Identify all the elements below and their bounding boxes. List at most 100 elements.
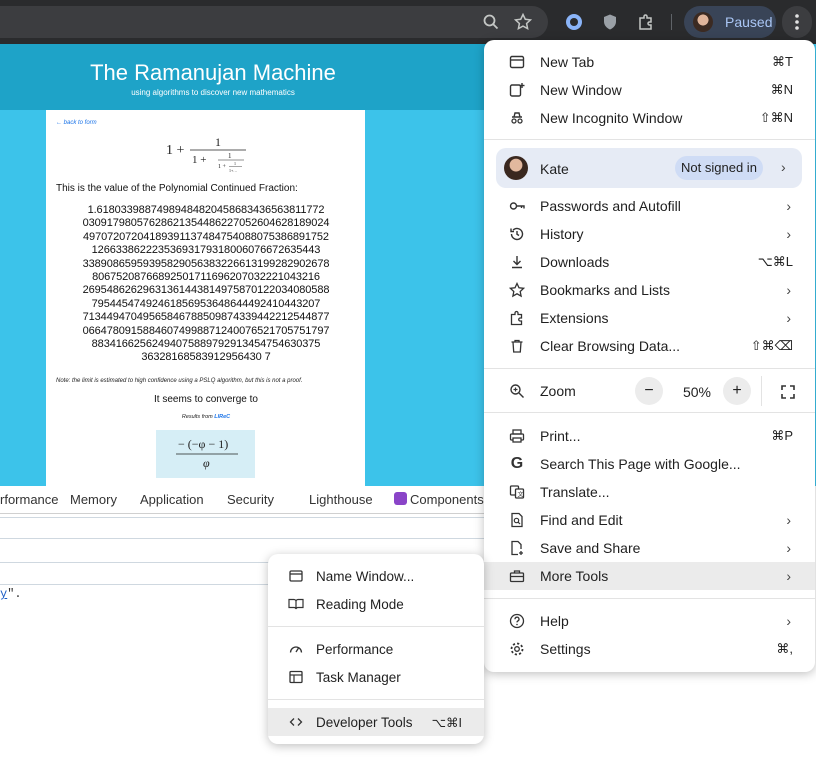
download-icon bbox=[508, 253, 526, 271]
tab-performance[interactable]: rformance bbox=[0, 492, 59, 507]
profile-avatar bbox=[504, 156, 528, 180]
address-bar[interactable] bbox=[0, 6, 548, 38]
menu-label: Find and Edit bbox=[540, 512, 623, 528]
menu-item-more-tools[interactable]: More Tools › bbox=[484, 562, 815, 590]
menu-divider bbox=[484, 412, 815, 413]
back-to-form-link[interactable]: ← back to form bbox=[56, 120, 97, 126]
menu-label: Print... bbox=[540, 428, 581, 444]
menu-item-search-with-google[interactable]: G Search This Page with Google... bbox=[484, 450, 815, 478]
window-icon bbox=[288, 568, 304, 584]
task-manager-icon bbox=[288, 669, 304, 685]
chevron-right-icon: › bbox=[781, 159, 786, 175]
menu-item-print[interactable]: Print... ⌘P bbox=[484, 422, 815, 450]
bookmark-star-icon[interactable] bbox=[513, 12, 533, 32]
submenu-label: Name Window... bbox=[316, 568, 415, 584]
menu-item-downloads[interactable]: Downloads ⌥⌘L bbox=[484, 248, 815, 276]
svg-text:1: 1 bbox=[228, 152, 232, 160]
tab-application[interactable]: Application bbox=[140, 492, 204, 507]
menu-label: Settings bbox=[540, 641, 591, 657]
tab-security[interactable]: Security bbox=[227, 492, 274, 507]
profile-status: Paused bbox=[725, 14, 773, 30]
submenu-label: Task Manager bbox=[316, 669, 401, 685]
menu-label: Passwords and Autofill bbox=[540, 198, 681, 214]
submenu-item-task-manager[interactable]: Task Manager bbox=[268, 663, 484, 691]
page-subtitle: using algorithms to discover new mathema… bbox=[131, 88, 295, 97]
page-title: The Ramanujan Machine bbox=[90, 60, 336, 85]
menu-item-find-and-edit[interactable]: Find and Edit › bbox=[484, 506, 815, 534]
browser-menu-button[interactable] bbox=[782, 6, 812, 38]
svg-text:φ: φ bbox=[203, 456, 210, 470]
extension-icon bbox=[508, 309, 526, 327]
chevron-right-icon: › bbox=[786, 613, 791, 629]
react-components-icon bbox=[394, 492, 407, 505]
submenu-item-performance[interactable]: Performance bbox=[268, 635, 484, 663]
menu-item-clear-browsing-data[interactable]: Clear Browsing Data... ⇧⌘⌫ bbox=[484, 332, 815, 360]
menu-item-new-tab[interactable]: New Tab ⌘T bbox=[484, 48, 815, 76]
profile-button[interactable]: Paused bbox=[684, 6, 776, 38]
translate-icon: 文 bbox=[508, 483, 526, 501]
sign-in-status-badge: Not signed in bbox=[675, 156, 763, 180]
svg-text:1: 1 bbox=[215, 135, 221, 149]
menu-item-history[interactable]: History › bbox=[484, 220, 815, 248]
menu-label: Bookmarks and Lists bbox=[540, 282, 670, 298]
menu-item-help[interactable]: Help › bbox=[484, 607, 815, 635]
lirec-link[interactable]: LIReC bbox=[214, 414, 230, 420]
menu-shortcut: ⌘T bbox=[772, 54, 793, 69]
extension-shield-icon[interactable] bbox=[600, 12, 620, 32]
menu-label: Zoom bbox=[540, 383, 576, 399]
menu-item-translate[interactable]: 文 Translate... bbox=[484, 478, 815, 506]
menu-item-settings[interactable]: Settings ⌘, bbox=[484, 635, 815, 663]
menu-item-extensions[interactable]: Extensions › bbox=[484, 304, 815, 332]
tab-components[interactable]: Components bbox=[410, 492, 484, 507]
submenu-label: Developer Tools bbox=[316, 714, 413, 730]
limit-formula-box: − (−φ − 1) φ bbox=[156, 430, 255, 478]
zoom-in-button[interactable]: + bbox=[723, 377, 751, 405]
help-icon bbox=[508, 612, 526, 630]
zoom-out-button[interactable]: − bbox=[635, 377, 663, 405]
menu-item-new-incognito-window[interactable]: New Incognito Window ⇧⌘N bbox=[484, 104, 815, 132]
cf-description: This is the value of the Polynomial Cont… bbox=[56, 183, 298, 194]
menu-item-passwords-autofill[interactable]: Passwords and Autofill › bbox=[484, 192, 815, 220]
cf-value: 1.61803398874989484820458683436563811772… bbox=[82, 204, 330, 364]
svg-text:1+…: 1+… bbox=[229, 168, 237, 173]
submenu-item-developer-tools[interactable]: Developer Tools ⌥⌘I bbox=[268, 708, 484, 736]
submenu-item-name-window[interactable]: Name Window... bbox=[268, 562, 484, 590]
menu-label: Help bbox=[540, 613, 569, 629]
results-prefix: Results from bbox=[181, 414, 213, 420]
extension-password-icon[interactable] bbox=[564, 12, 584, 32]
menu-shortcut: ⌘P bbox=[771, 428, 793, 443]
menu-item-new-window[interactable]: New Window ⌘N bbox=[484, 76, 815, 104]
zoom-indicator-icon[interactable] bbox=[481, 12, 501, 32]
svg-text:1 +: 1 + bbox=[192, 154, 206, 166]
toolbox-icon bbox=[508, 567, 526, 585]
tab-memory[interactable]: Memory bbox=[70, 492, 117, 507]
menu-divider bbox=[484, 368, 815, 369]
tab-lighthouse[interactable]: Lighthouse bbox=[309, 492, 373, 507]
menu-label: History bbox=[540, 226, 584, 242]
menu-item-bookmarks-lists[interactable]: Bookmarks and Lists › bbox=[484, 276, 815, 304]
profile-name: Kate bbox=[540, 161, 569, 177]
key-icon bbox=[508, 197, 526, 215]
chevron-right-icon: › bbox=[786, 198, 791, 214]
extensions-puzzle-icon[interactable] bbox=[636, 12, 656, 32]
browser-main-menu: New Tab ⌘T New Window ⌘N New Incognito W… bbox=[484, 40, 815, 672]
book-icon bbox=[288, 596, 304, 612]
svg-text:− (−φ − 1): − (−φ − 1) bbox=[178, 437, 228, 451]
fullscreen-icon bbox=[781, 385, 795, 399]
more-vert-icon bbox=[795, 14, 799, 30]
menu-shortcut: ⌘, bbox=[776, 641, 793, 656]
menu-label: Search This Page with Google... bbox=[540, 456, 741, 472]
menu-divider bbox=[484, 139, 815, 140]
devtools-divider bbox=[0, 538, 486, 539]
chevron-right-icon: › bbox=[786, 512, 791, 528]
continued-fraction-formula: 1 + 1 1 + 1 1 + 1 1+… bbox=[166, 135, 246, 173]
fullscreen-button[interactable] bbox=[779, 383, 797, 401]
svg-text:1 +: 1 + bbox=[166, 143, 185, 158]
pslq-note: Note: the limit is estimated to high con… bbox=[56, 378, 303, 384]
menu-item-save-and-share[interactable]: Save and Share › bbox=[484, 534, 815, 562]
more-tools-submenu: Name Window... Reading Mode Performance … bbox=[268, 554, 484, 744]
menu-label: Extensions bbox=[540, 310, 609, 326]
menu-label: Save and Share bbox=[540, 540, 641, 556]
toolbar-divider bbox=[671, 14, 672, 30]
submenu-item-reading-mode[interactable]: Reading Mode bbox=[268, 590, 484, 618]
